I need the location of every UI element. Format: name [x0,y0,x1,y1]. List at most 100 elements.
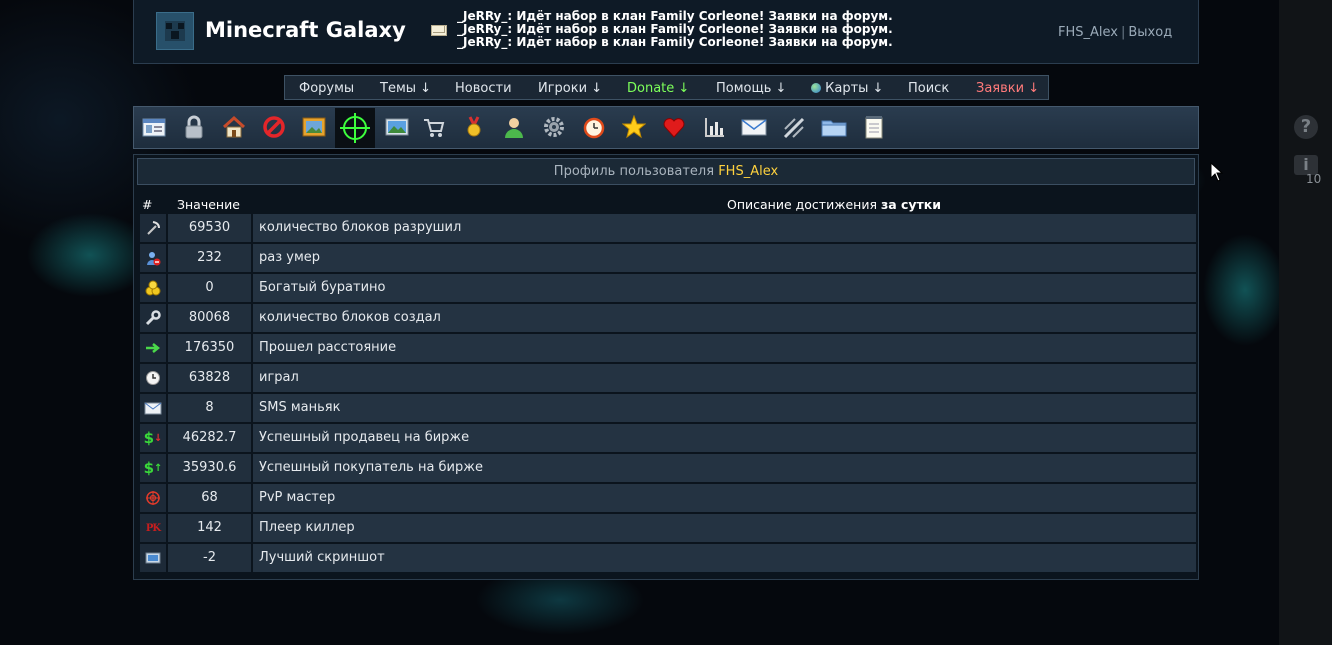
nav-news[interactable]: Новости [455,81,512,96]
gold-coins-icon [140,274,166,302]
site-header: Minecraft Galaxy _JeRRy_: Идёт набор в к… [133,0,1199,64]
table-row: 8 SMS маньяк [140,394,1196,422]
lock-icon[interactable] [180,113,208,141]
profile-panel: Профиль пользователя FHS_Alex # Значение… [133,154,1199,580]
nav-applications[interactable]: Заявки ↓ [976,81,1039,96]
row-value: 142 [168,514,251,542]
nav-help[interactable]: Помощь ↓ [716,81,786,96]
row-value: 46282.7 [168,424,251,452]
header-value: Значение [177,197,240,212]
dollar-up-icon: $ ↑ [140,454,166,482]
header-period: за сутки [880,197,942,212]
home-icon[interactable] [220,113,248,141]
table-row: 68 PvP мастер [140,484,1196,512]
user-remove-icon [140,244,166,272]
nav-maps[interactable]: Карты ↓ [811,81,883,96]
mouse-cursor-icon [1210,162,1224,182]
table-row: -2 Лучший скриншот [140,544,1196,572]
header-desc-text: Описание достижения [727,197,877,212]
username-link[interactable]: FHS_Alex [1058,25,1118,40]
row-desc: Прошел расстояние [253,334,1196,362]
wrench-icon [140,304,166,332]
arrow-right-icon [140,334,166,362]
table-header: # Значение Описание достижения за сутки [134,197,1200,213]
help-icon[interactable]: ? [1294,115,1318,139]
row-value: 176350 [168,334,251,362]
row-desc: PvP мастер [253,484,1196,512]
table-row: PK 142 Плеер киллер [140,514,1196,542]
header-num: # [142,197,153,212]
table-row: 63828 играл [140,364,1196,392]
profile-username[interactable]: FHS_Alex [718,164,778,179]
dollar-down-icon: $ ↓ [140,424,166,452]
row-value: 8 [168,394,251,422]
profile-card-icon[interactable] [140,113,168,141]
row-value: 68 [168,484,251,512]
row-desc: Плеер киллер [253,514,1196,542]
row-value: 63828 [168,364,251,392]
row-desc: Лучший скриншот [253,544,1196,572]
table-row: 0 Богатый буратино [140,274,1196,302]
table-row: 232 раз умер [140,244,1196,272]
news-line: _JeRRy_: Идёт набор в клан Family Corleo… [457,35,893,49]
alarm-clock-icon[interactable] [580,113,608,141]
medal-icon[interactable] [460,113,488,141]
mail-icon[interactable] [431,25,447,36]
clock-icon [140,364,166,392]
icon-toolbar [133,106,1199,149]
nav-search[interactable]: Поиск [908,81,949,96]
right-sidebar [1279,0,1332,645]
user-links: FHS_Alex | Выход [1058,25,1172,40]
nav-topics[interactable]: Темы ↓ [380,81,431,96]
achievements-table: 69530 количество блоков разрушил 232 раз… [140,214,1196,574]
nav-players[interactable]: Игроки ↓ [538,81,602,96]
row-value: 232 [168,244,251,272]
nav-maps-label: Карты ↓ [825,81,884,96]
profile-prefix: Профиль пользователя [553,164,715,179]
table-row: 80068 количество блоков создал [140,304,1196,332]
header-desc: Описание достижения за сутки [727,197,941,212]
folder-icon[interactable] [820,113,848,141]
pk-icon: PK [140,514,166,542]
envelope-icon [140,394,166,422]
heart-icon[interactable] [660,113,688,141]
row-desc: Успешный покупатель на бирже [253,454,1196,482]
row-desc: Богатый буратино [253,274,1196,302]
logout-link[interactable]: Выход [1128,25,1172,40]
gear-icon[interactable] [540,113,568,141]
nav-forums[interactable]: Форумы [299,81,354,96]
row-value: 80068 [168,304,251,332]
crosshair-icon[interactable] [335,108,375,148]
row-desc: Успешный продавец на бирже [253,424,1196,452]
notepad-icon[interactable] [860,113,888,141]
row-desc: играл [253,364,1196,392]
table-row: 176350 Прошел расстояние [140,334,1196,362]
star-icon[interactable] [620,113,648,141]
nav-donate[interactable]: Donate ↓ [627,81,689,96]
row-value: 35930.6 [168,454,251,482]
checklist-icon[interactable] [780,113,808,141]
user-icon[interactable] [500,113,528,141]
landscape-icon[interactable] [383,113,411,141]
table-row: $ ↓ 46282.7 Успешный продавец на бирже [140,424,1196,452]
user-separator: | [1120,25,1126,40]
site-title[interactable]: Minecraft Galaxy [205,18,406,42]
picture-frame-icon[interactable] [300,113,328,141]
info-count: 10 [1306,172,1322,186]
globe-icon [811,83,821,93]
bar-chart-icon[interactable] [700,113,728,141]
row-desc: количество блоков создал [253,304,1196,332]
envelope-icon[interactable] [740,113,768,141]
target-icon [140,484,166,512]
creeper-logo-icon[interactable] [156,12,194,50]
row-value: 0 [168,274,251,302]
pickaxe-icon [140,214,166,242]
cart-icon[interactable] [420,113,448,141]
profile-title-bar: Профиль пользователя FHS_Alex [137,158,1195,185]
row-value: -2 [168,544,251,572]
row-desc: SMS маньяк [253,394,1196,422]
table-row: 69530 количество блоков разрушил [140,214,1196,242]
ban-icon[interactable] [260,113,288,141]
row-desc: количество блоков разрушил [253,214,1196,242]
row-desc: раз умер [253,244,1196,272]
